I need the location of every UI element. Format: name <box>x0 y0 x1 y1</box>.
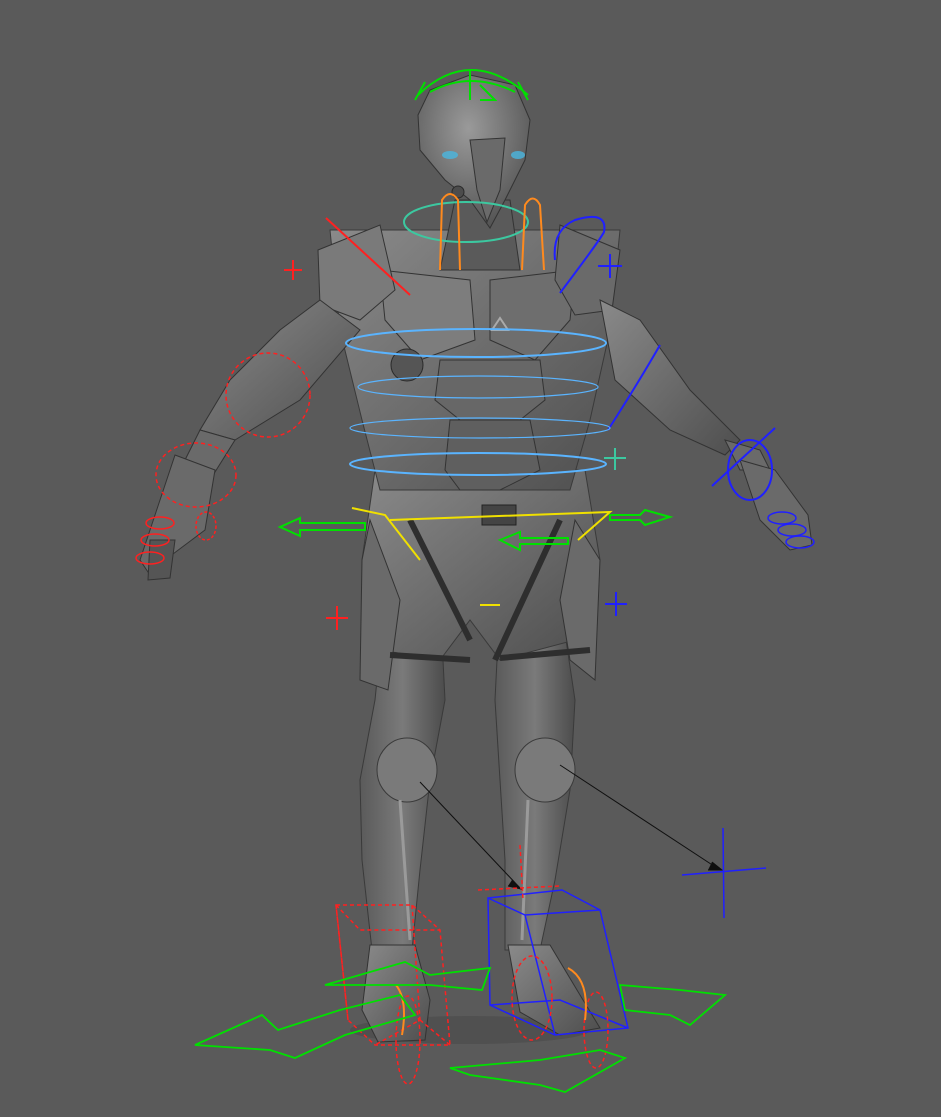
knee-pole-l-cross[interactable] <box>326 606 348 630</box>
pv-locator-r[interactable] <box>681 827 767 919</box>
maya-viewport[interactable] <box>0 0 941 1117</box>
character-mesh[interactable] <box>139 74 813 1044</box>
knee-pole-r-cross[interactable] <box>605 592 627 616</box>
scene-canvas <box>135 69 815 1093</box>
